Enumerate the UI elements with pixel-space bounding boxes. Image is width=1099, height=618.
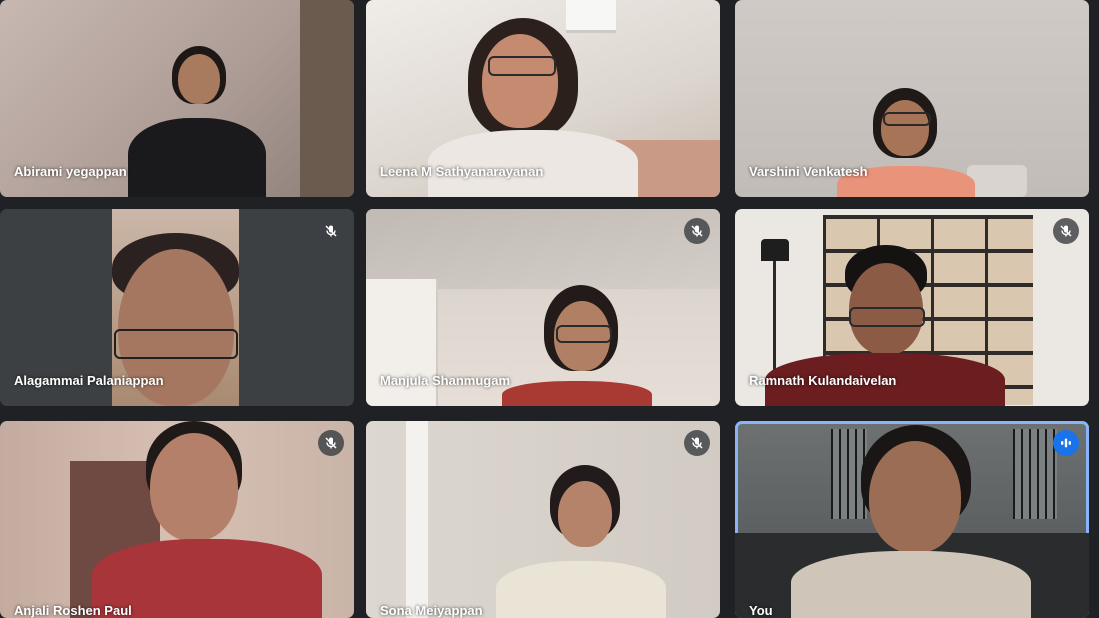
participant-name: Ramnath Kulandaivelan — [749, 373, 897, 388]
participant-video — [92, 421, 322, 618]
participant-name: Abirami yegappan — [14, 164, 127, 179]
participant-tile[interactable]: Abirami yegappan — [0, 0, 354, 197]
participant-tile[interactable]: Alagammai Palaniappan — [0, 209, 354, 406]
participant-video — [496, 465, 666, 618]
participant-video — [837, 88, 977, 197]
participant-tile[interactable]: Leena M Sathyanarayanan — [366, 0, 720, 197]
participant-tile[interactable]: Ramnath Kulandaivelan — [735, 209, 1089, 406]
mic-off-icon — [684, 218, 710, 244]
participant-name: Varshini Venkatesh — [749, 164, 868, 179]
background-wall — [300, 0, 354, 197]
mic-off-icon — [318, 430, 344, 456]
participant-tile[interactable]: Sona Meiyappan — [366, 421, 720, 618]
participant-name: You — [749, 603, 773, 618]
participant-name: Alagammai Palaniappan — [14, 373, 164, 388]
participant-video — [791, 425, 1031, 618]
participant-tile-self[interactable]: You — [735, 421, 1089, 618]
mic-off-icon — [684, 430, 710, 456]
mic-off-icon — [318, 218, 344, 244]
participant-tile[interactable]: Varshini Venkatesh — [735, 0, 1089, 197]
door-frame — [406, 421, 428, 618]
participant-grid: Abirami yegappan Leena M Sathyanarayanan… — [0, 0, 1099, 618]
participant-name: Anjali Roshen Paul — [14, 603, 132, 618]
participant-name: Leena M Sathyanarayanan — [380, 164, 544, 179]
participant-tile[interactable]: Manjula Shanmugam — [366, 209, 720, 406]
mic-off-icon — [1053, 218, 1079, 244]
participant-name: Manjula Shanmugam — [380, 373, 511, 388]
participant-tile[interactable]: Anjali Roshen Paul — [0, 421, 354, 618]
participant-name: Sona Meiyappan — [380, 603, 483, 618]
ceiling — [366, 209, 720, 289]
participant-video — [128, 46, 268, 197]
participant-video — [496, 285, 656, 406]
audio-levels-icon — [1053, 430, 1079, 456]
